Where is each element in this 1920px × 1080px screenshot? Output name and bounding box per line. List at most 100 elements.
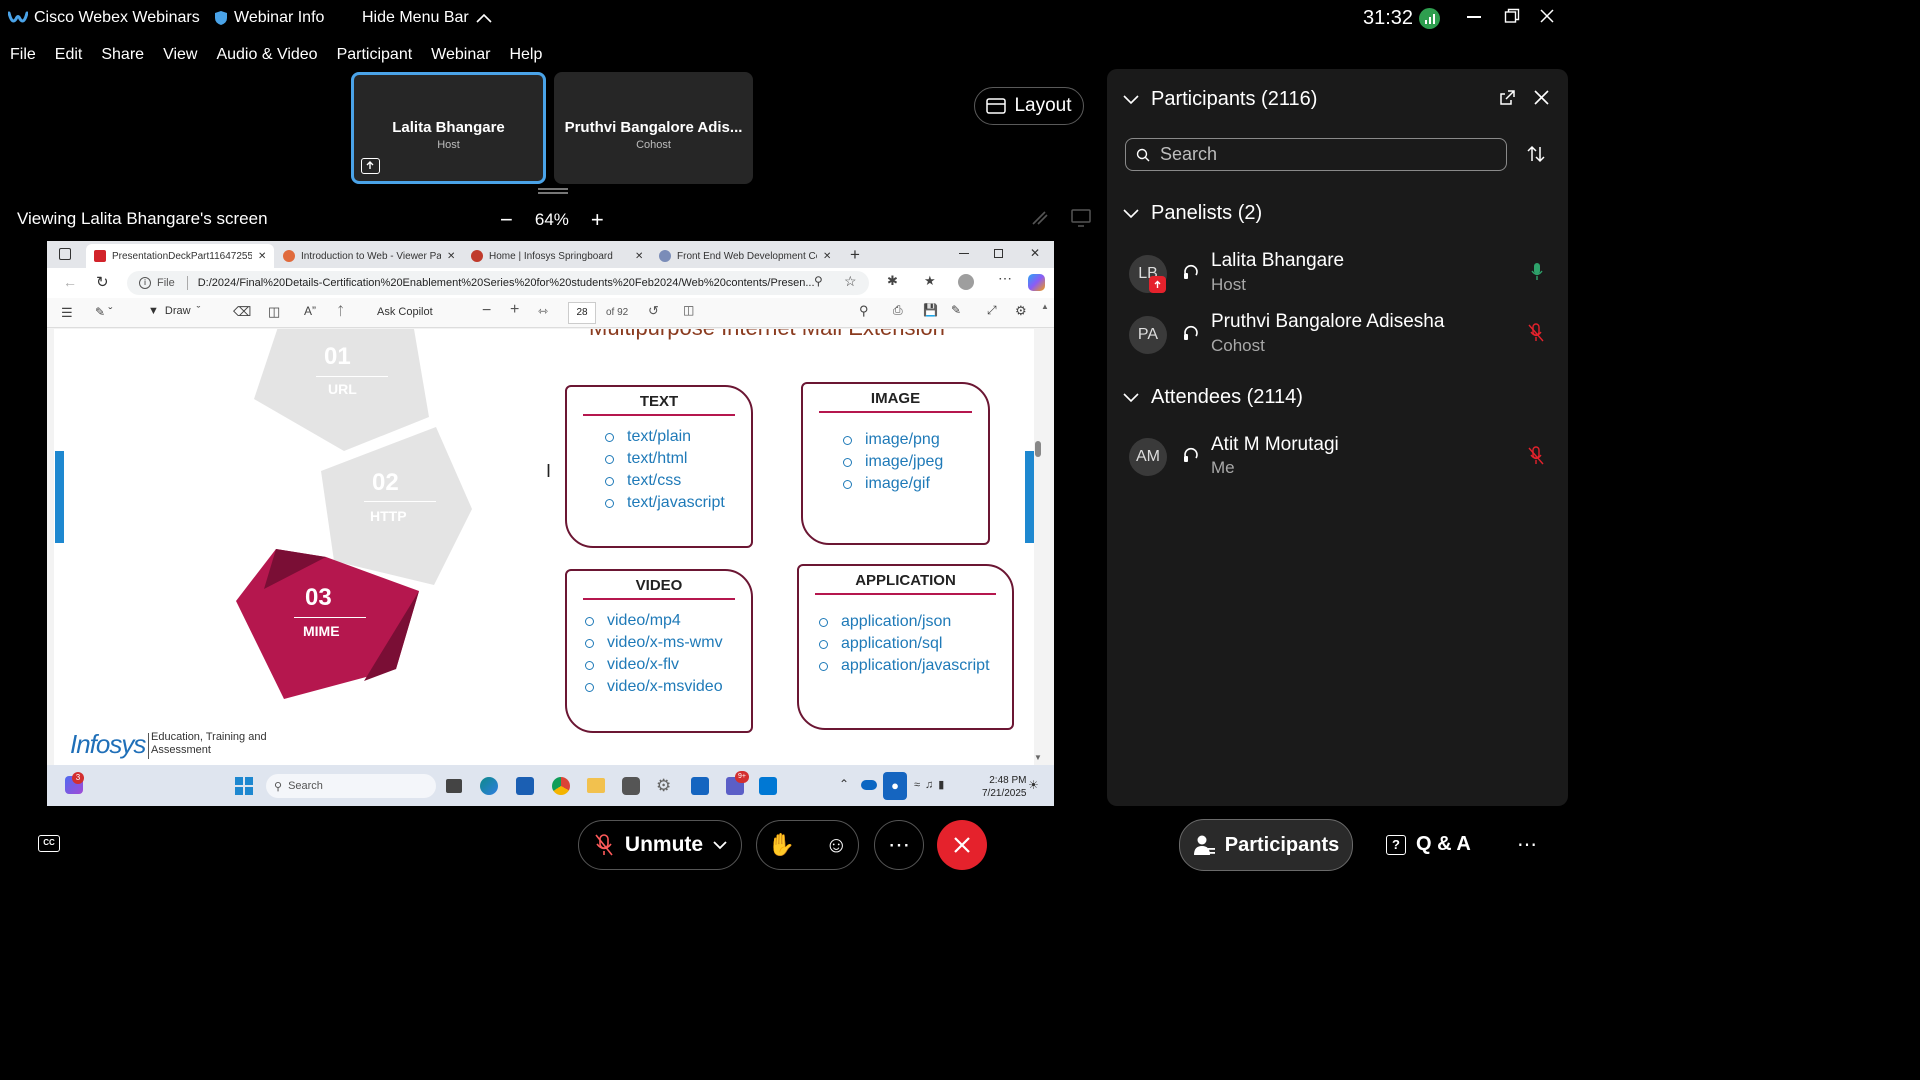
profile-avatar[interactable] [958,274,974,290]
annotate-icon[interactable] [1030,209,1050,227]
search-input[interactable]: Search [1125,138,1507,171]
tab-actions-icon[interactable] [59,248,71,260]
sort-icon[interactable] [1526,145,1546,163]
attendees-section-header[interactable]: Attendees (2114) [1123,386,1303,409]
favorites-icon[interactable]: ★ [924,273,936,289]
layout-button[interactable]: Layout [974,87,1084,125]
tray-chevron-icon[interactable]: ⌃ [839,777,849,791]
browser-restore-icon[interactable] [994,249,1003,258]
remote-control-icon[interactable] [1071,209,1091,227]
mic-on-icon[interactable] [1531,262,1543,282]
zoom-in-button[interactable]: + [591,207,604,233]
draw-button[interactable]: ▼ Draw ˇ [148,305,200,317]
browser-tab[interactable]: Home | Infosys Springboard ✕ [463,244,649,268]
video-tile-host[interactable]: Lalita Bhangare Host [351,72,546,184]
highlight-icon[interactable]: ✎ ˇ [95,305,112,319]
translate-icon[interactable]: ᛏ [337,304,344,318]
zoom-page-icon[interactable]: ⚲ [814,274,823,288]
eraser-icon[interactable]: ⌫ [233,304,251,320]
store-icon[interactable] [516,777,534,795]
new-tab-button[interactable]: + [850,245,860,265]
participant-row[interactable]: LB Lalita Bhangare Host [1107,244,1568,302]
task-view-icon[interactable] [446,779,462,793]
page-view-icon[interactable]: ◫ [268,304,280,320]
outlook-icon[interactable] [691,777,709,795]
reactions-icon[interactable]: ☺ [825,832,847,858]
menu-file[interactable]: File [10,46,36,64]
participants-tab-button[interactable]: Participants [1179,819,1353,871]
taskbar-search[interactable]: ⚲ Search [266,774,436,798]
zoom-out-button[interactable]: − [500,207,513,233]
leave-webinar-button[interactable] [937,820,987,870]
close-tab-icon[interactable]: ✕ [823,251,831,262]
resize-handle[interactable] [538,188,568,190]
menu-webinar[interactable]: Webinar [431,46,490,64]
participants-header[interactable]: Participants (2116) [1123,88,1317,111]
participant-row[interactable]: PA Pruthvi Bangalore Adisesha Cohost [1107,305,1568,363]
menu-share[interactable]: Share [101,46,144,64]
app-icon[interactable] [622,777,640,795]
pop-out-icon[interactable] [1499,89,1516,106]
extensions-icon[interactable]: ✱ [887,273,898,289]
panelists-section-header[interactable]: Panelists (2) [1123,202,1262,225]
print-icon[interactable]: ⎙ [893,303,903,318]
edge-icon[interactable] [480,777,498,795]
more-menu-icon[interactable]: ⋯ [998,270,1012,287]
menu-help[interactable]: Help [509,46,542,64]
pdf-scrollbar[interactable]: ▼ [1034,329,1042,765]
windows-start-icon[interactable] [235,777,253,795]
save-icon[interactable]: 💾 [923,303,938,317]
minimize-icon[interactable] [1467,16,1481,18]
save-as-icon[interactable]: ✎ [951,303,961,317]
scroll-thumb[interactable] [1035,441,1041,457]
unmute-button[interactable]: Unmute [578,820,742,870]
address-input[interactable]: i File D:/2024/Final%20Details-Certifica… [127,271,869,295]
scroll-down-icon[interactable]: ▼ [1034,753,1042,762]
mic-active-icon[interactable]: ● [883,772,907,800]
system-tray-icons[interactable]: ≈♫▮ [914,778,949,791]
menu-edit[interactable]: Edit [55,46,83,64]
settings-gear-icon[interactable]: ⚙ [1015,303,1027,319]
restore-icon[interactable] [1504,8,1520,24]
close-tab-icon[interactable]: ✕ [635,251,643,262]
contents-icon[interactable]: ☰ [61,305,73,321]
pdf-zoom-in-button[interactable]: + [510,301,519,319]
browser-tab-active[interactable]: PresentationDeckPart11647255 ✕ [86,244,274,268]
fit-page-icon[interactable]: ⇿ [538,304,548,318]
settings-app-icon[interactable]: ⚙ [656,776,671,796]
mic-muted-icon[interactable] [1527,446,1545,466]
scroll-up-icon[interactable]: ▲ [1041,302,1049,311]
menu-participant[interactable]: Participant [337,46,413,64]
onedrive-icon[interactable] [861,780,877,790]
fullscreen-icon[interactable]: ⤢ [987,303,997,318]
menu-view[interactable]: View [163,46,197,64]
rotate-icon[interactable]: ↺ [648,303,659,319]
more-panels-icon[interactable]: ⋯ [1517,832,1537,857]
copilot-icon[interactable] [1028,274,1045,291]
participant-row[interactable]: AM Atit M Morutagi Me [1107,428,1568,486]
closed-captions-icon[interactable]: CC [38,835,60,852]
find-icon[interactable]: ⚲ [859,303,869,319]
menu-audio-video[interactable]: Audio & Video [216,46,317,64]
pdf-zoom-out-button[interactable]: − [482,302,491,320]
mic-muted-icon[interactable] [1527,323,1545,343]
raise-hand-icon[interactable]: ✋ [768,832,795,858]
close-tab-icon[interactable]: ✕ [258,251,266,262]
chrome-icon[interactable] [552,777,570,795]
browser-minimize-icon[interactable] [959,253,969,254]
qa-tab-button[interactable]: ? Q & A [1386,833,1471,856]
ask-copilot-button[interactable]: Ask Copilot [377,306,433,318]
two-page-icon[interactable]: ◫ [683,303,694,317]
back-icon[interactable]: ← [63,274,77,290]
hide-menu-bar-button[interactable]: Hide Menu Bar [362,9,493,27]
webinar-info-button[interactable]: Webinar Info [214,9,324,27]
clock[interactable]: 2:48 PM 7/21/2025 [982,774,1027,800]
browser-tab[interactable]: Introduction to Web - Viewer Pag ✕ [275,244,461,268]
close-tab-icon[interactable]: ✕ [447,251,455,262]
read-aloud-icon[interactable]: A” [304,304,316,318]
refresh-icon[interactable]: ↻ [96,273,109,291]
close-panel-icon[interactable] [1534,90,1549,105]
notifications-bell-icon[interactable]: ☀ [1028,778,1039,792]
vscode-icon[interactable] [759,777,777,795]
file-explorer-icon[interactable] [587,778,605,793]
